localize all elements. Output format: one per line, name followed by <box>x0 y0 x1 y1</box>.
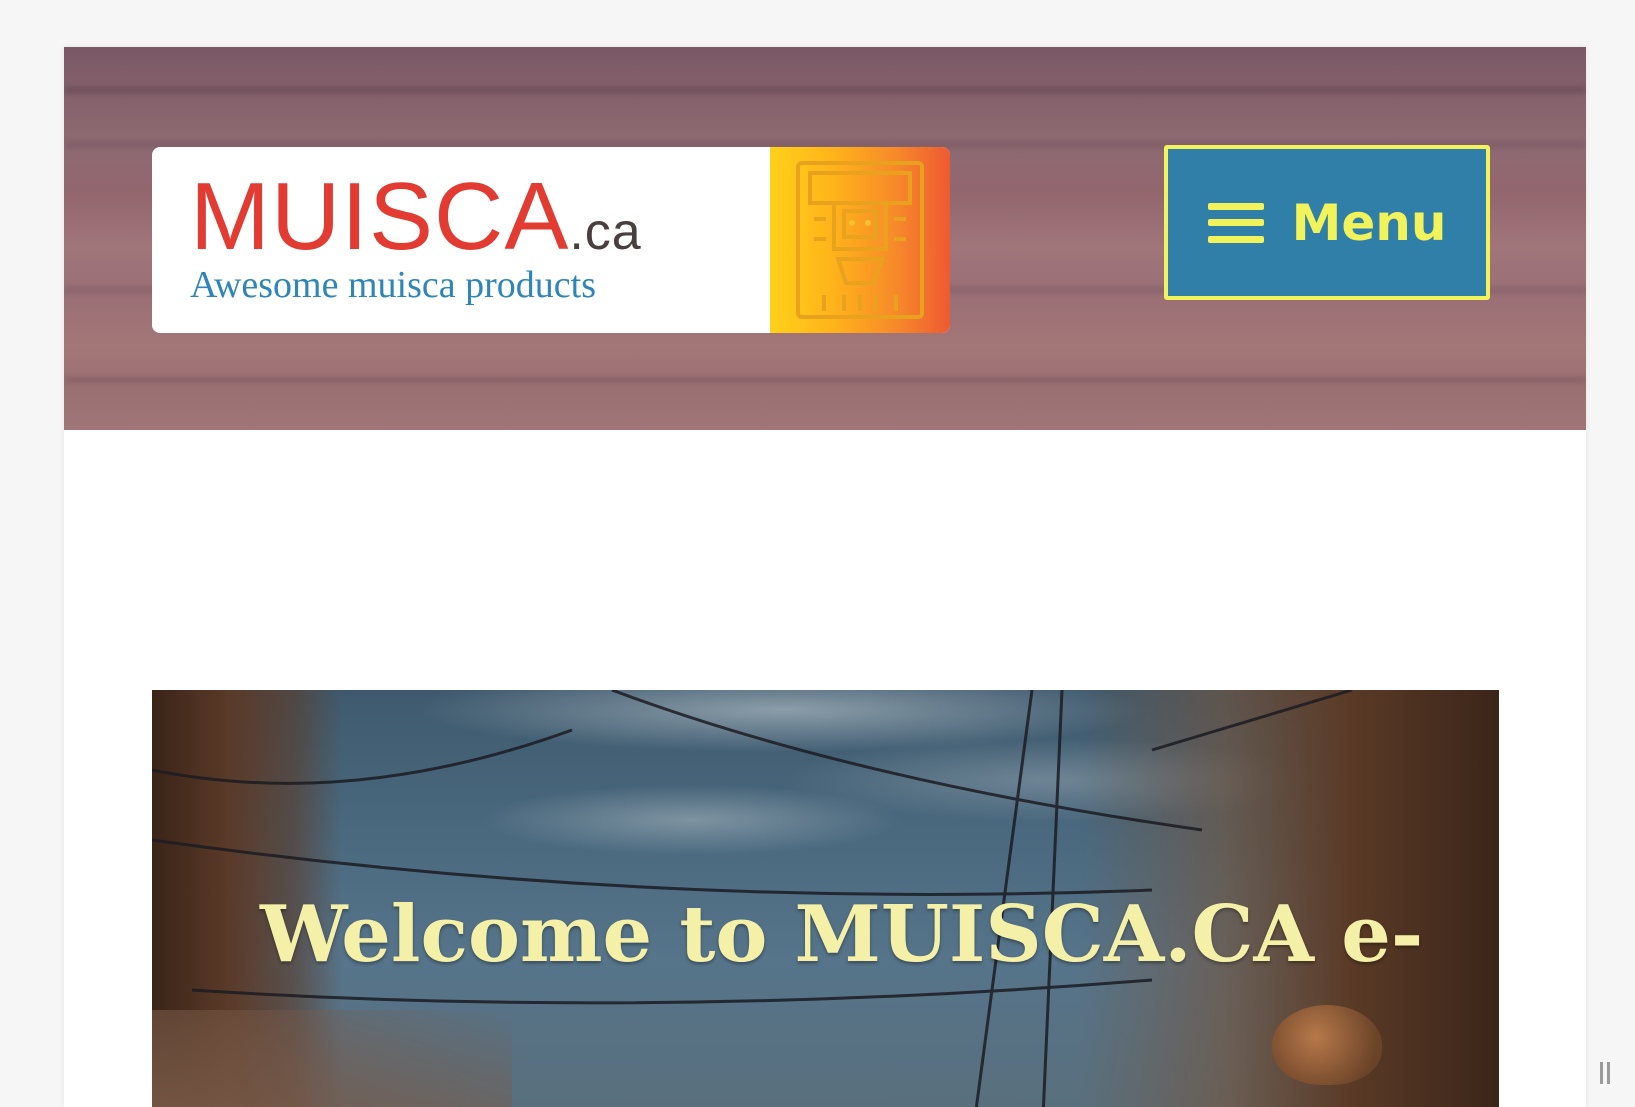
hamburger-icon <box>1207 202 1264 243</box>
logo-wordmark-text: MUISCA <box>190 163 570 270</box>
menu-button-label: Menu <box>1291 193 1447 252</box>
header-bg-streak <box>64 87 1586 93</box>
header-bg-streak <box>64 377 1586 383</box>
menu-button[interactable]: Menu <box>1164 145 1490 300</box>
hamburger-line <box>1207 219 1264 226</box>
page-card: MUISCA.ca Awesome muisca products Menu W… <box>64 47 1586 1107</box>
site-header: MUISCA.ca Awesome muisca products Menu <box>64 47 1586 430</box>
hero-bg-satellite-dish <box>1272 1005 1382 1085</box>
hamburger-line <box>1207 202 1264 210</box>
site-logo-link[interactable]: MUISCA.ca Awesome muisca products <box>152 147 950 333</box>
muisca-figure-icon <box>770 147 950 333</box>
resize-handle-bar <box>1600 1062 1603 1084</box>
hero-banner: Welcome to MUISCA.CA e- <box>152 690 1499 1107</box>
resize-handle-bar <box>1607 1062 1610 1084</box>
resize-handle[interactable] <box>1600 1062 1614 1087</box>
hero-title: Welcome to MUISCA.CA e- <box>260 889 1424 980</box>
logo-domain-text: .ca <box>569 203 642 261</box>
hamburger-line <box>1207 235 1264 243</box>
logo-tagline: Awesome muisca products <box>190 264 596 306</box>
